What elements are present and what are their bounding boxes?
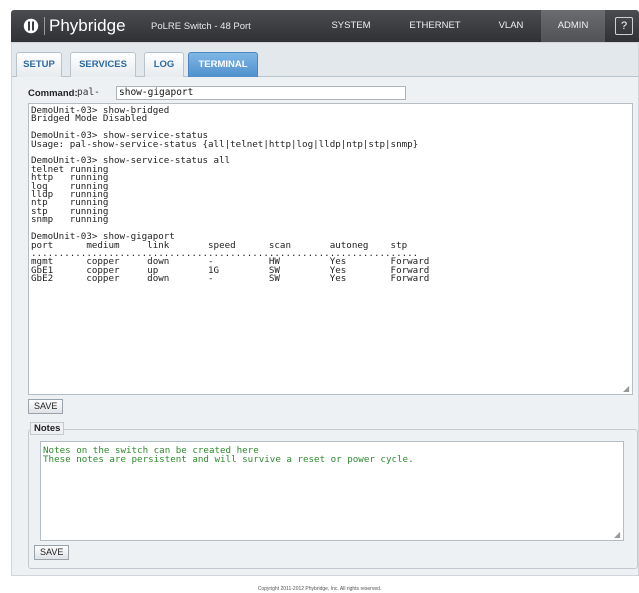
- nav-vlan[interactable]: VLAN: [481, 10, 541, 42]
- notes-text: Notes on the switch can be created here …: [43, 445, 414, 465]
- command-prefix: pal-: [77, 87, 100, 98]
- terminal-output[interactable]: DemoUnit-03> show-bridged Bridged Mode D…: [28, 103, 633, 395]
- save-terminal-button[interactable]: SAVE: [28, 399, 64, 414]
- resize-grip-icon[interactable]: ◢: [623, 385, 631, 393]
- tab-services[interactable]: SERVICES: [70, 52, 136, 77]
- product-name: PoLRE Switch - 48 Port: [151, 21, 251, 32]
- command-label: Command:: [28, 88, 78, 99]
- command-input[interactable]: show-gigaport: [116, 86, 406, 100]
- copyright-footer: Copyright 2011-2012 Phybridge, Inc. All …: [257, 586, 382, 592]
- logo-separator: [44, 17, 45, 35]
- tab-setup[interactable]: SETUP: [16, 52, 62, 77]
- tab-log[interactable]: LOG: [144, 52, 184, 77]
- notes-textarea[interactable]: Notes on the switch can be created here …: [40, 441, 624, 541]
- notes-resize-grip-icon[interactable]: ◢: [614, 531, 622, 539]
- tab-bar: SETUP SERVICES LOG TERMINAL: [12, 43, 638, 77]
- top-navigation-bar: Phybridge PoLRE Switch - 48 Port SYSTEM …: [11, 10, 639, 42]
- tab-terminal[interactable]: TERMINAL: [188, 52, 258, 77]
- help-button[interactable]: ?: [615, 17, 633, 35]
- admin-panel: SETUP SERVICES LOG TERMINAL Command: pal…: [11, 42, 639, 576]
- nav-ethernet[interactable]: ETHERNET: [393, 10, 477, 42]
- save-notes-button[interactable]: SAVE: [34, 545, 70, 560]
- nav-system[interactable]: SYSTEM: [316, 10, 386, 42]
- phybridge-logo-icon: [23, 18, 39, 34]
- notes-legend: Notes: [30, 422, 65, 435]
- brand-name: Phybridge: [49, 16, 126, 35]
- terminal-text: DemoUnit-03> show-bridged Bridged Mode D…: [31, 105, 430, 285]
- nav-admin[interactable]: ADMIN: [541, 10, 605, 42]
